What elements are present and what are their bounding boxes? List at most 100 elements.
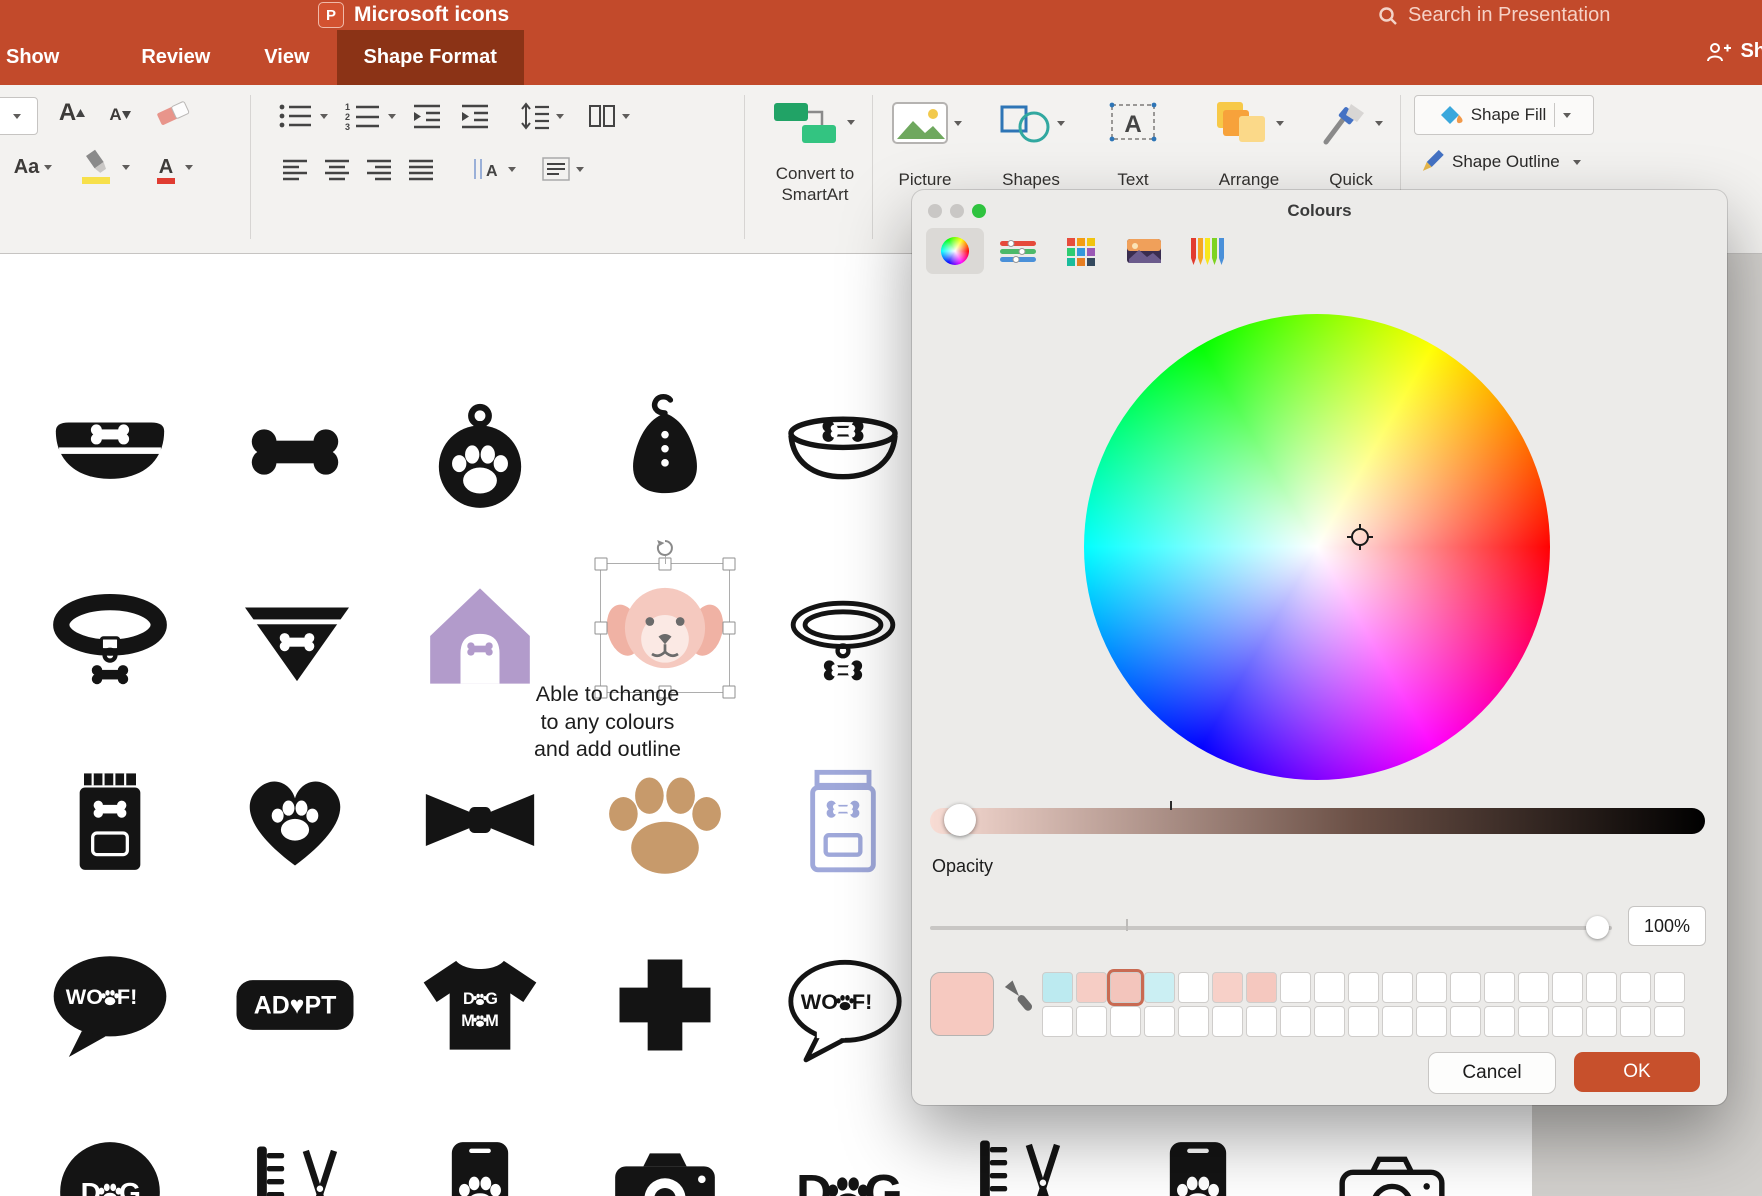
icon-phone-paw[interactable] [1133, 1127, 1263, 1196]
swatch[interactable] [1042, 972, 1073, 1003]
swatch[interactable] [1212, 1006, 1243, 1037]
increase-font-size-button[interactable]: A [50, 93, 94, 133]
swatch[interactable] [1246, 972, 1277, 1003]
swatch[interactable] [1382, 1006, 1413, 1037]
swatch[interactable] [1110, 1006, 1141, 1037]
swatch[interactable] [1348, 972, 1379, 1003]
picker-wheel-tab[interactable] [926, 228, 984, 274]
swatch[interactable] [1314, 1006, 1345, 1037]
icon-phone-paw[interactable] [415, 1127, 545, 1196]
swatch[interactable] [1178, 1006, 1209, 1037]
swatch[interactable] [1450, 972, 1481, 1003]
swatch[interactable] [1280, 1006, 1311, 1037]
icon-food-bag-outline[interactable] [778, 755, 908, 885]
swatch[interactable] [1416, 1006, 1447, 1037]
selection-handle[interactable] [722, 621, 736, 635]
clear-formatting-button[interactable] [148, 93, 202, 133]
brightness-slider[interactable] [930, 808, 1705, 834]
opacity-slider[interactable] [930, 926, 1612, 930]
shapes-button[interactable] [992, 93, 1068, 153]
tab-review[interactable]: Review [114, 30, 237, 85]
icon-comb-scissors[interactable] [953, 1121, 1083, 1196]
shape-fill-button[interactable]: Shape Fill [1414, 95, 1594, 135]
picker-sliders-tab[interactable] [989, 228, 1047, 274]
swatch[interactable] [1212, 972, 1243, 1003]
align-center-button[interactable] [318, 149, 356, 189]
cancel-button[interactable]: Cancel [1428, 1052, 1556, 1094]
swatch[interactable] [1144, 1006, 1175, 1037]
swatch[interactable] [1552, 972, 1583, 1003]
swatch[interactable] [1518, 972, 1549, 1003]
justify-button[interactable] [402, 149, 440, 189]
decrease-font-size-button[interactable]: A [100, 97, 140, 133]
rotate-handle[interactable] [655, 538, 675, 563]
convert-to-smartart-button[interactable] [758, 91, 866, 153]
quick-styles-button[interactable] [1312, 93, 1388, 153]
align-text-button[interactable] [532, 149, 592, 189]
icon-collar-outline[interactable] [778, 575, 908, 705]
columns-button[interactable] [578, 95, 638, 137]
icon-dog-text[interactable]: DG [783, 1127, 913, 1196]
color-wheel-crosshair[interactable] [1347, 524, 1373, 550]
icon-bandana[interactable] [232, 575, 362, 705]
icon-adopt[interactable]: AD♥PT [230, 940, 360, 1070]
font-color-button[interactable]: A [144, 147, 208, 187]
swatch[interactable] [1484, 1006, 1515, 1037]
icon-bowl-outline[interactable] [778, 390, 908, 520]
swatch[interactable] [1586, 972, 1617, 1003]
icon-speech-woof[interactable]: WO F! [45, 940, 175, 1070]
swatch[interactable] [1586, 1006, 1617, 1037]
swatch[interactable] [1484, 972, 1515, 1003]
icon-clothes[interactable] [600, 387, 730, 517]
swatch[interactable] [1552, 1006, 1583, 1037]
selection-handle[interactable] [594, 621, 608, 635]
icon-speech-woof-outline[interactable]: WO F! [780, 945, 910, 1075]
icon-bone[interactable] [230, 387, 360, 517]
color-wheel[interactable] [1084, 314, 1550, 780]
icon-dog-face[interactable] [594, 540, 736, 699]
eyedropper-button[interactable] [1004, 978, 1034, 1023]
swatch[interactable] [1654, 972, 1685, 1003]
icon-food-bag[interactable] [45, 755, 175, 885]
shape-outline-button[interactable]: Shape Outline [1414, 143, 1628, 181]
align-left-button[interactable] [276, 149, 314, 189]
swatch[interactable] [1110, 972, 1141, 1003]
text-box-button[interactable]: A [1098, 93, 1168, 153]
swatch[interactable] [1382, 972, 1413, 1003]
swatch[interactable] [1280, 972, 1311, 1003]
icon-bow-tie[interactable] [415, 755, 545, 885]
line-spacing-button[interactable] [508, 95, 570, 137]
tab-show[interactable]: Show [0, 30, 86, 85]
swatch[interactable] [1246, 1006, 1277, 1037]
picker-palette-tab[interactable] [1052, 228, 1110, 274]
swatch[interactable] [1620, 972, 1651, 1003]
tab-shape-format[interactable]: Shape Format [336, 30, 524, 85]
share-button[interactable]: Sh [1706, 40, 1762, 63]
search-field[interactable]: Search in Presentation [1378, 4, 1610, 27]
current-color-well[interactable] [930, 972, 994, 1036]
opacity-knob[interactable] [1586, 916, 1609, 939]
swatch[interactable] [1348, 1006, 1379, 1037]
picture-button[interactable] [888, 93, 964, 153]
picker-image-tab[interactable] [1115, 228, 1173, 274]
icon-cross[interactable] [600, 940, 730, 1070]
arrange-button[interactable] [1204, 93, 1290, 153]
icon-camera-outline[interactable] [1327, 1129, 1457, 1196]
caption-text-box[interactable]: Able to change to any colours and add ou… [500, 681, 715, 764]
swatch[interactable] [1450, 1006, 1481, 1037]
swatch[interactable] [1416, 972, 1447, 1003]
icon-shirt[interactable]: DGMM [415, 937, 545, 1067]
selection-handle[interactable] [722, 557, 736, 571]
icon-comb-scissors[interactable] [230, 1127, 360, 1196]
swatch[interactable] [1654, 1006, 1685, 1037]
icon-tag[interactable] [415, 393, 545, 523]
change-case-button[interactable]: Aa [4, 147, 62, 187]
picker-pencils-tab[interactable] [1178, 228, 1236, 274]
swatch[interactable] [1620, 1006, 1651, 1037]
increase-indent-button[interactable] [454, 97, 496, 135]
swatch[interactable] [1042, 1006, 1073, 1037]
decrease-indent-button[interactable] [406, 97, 448, 135]
icon-camera[interactable] [600, 1123, 730, 1196]
icon-paw[interactable] [600, 755, 730, 885]
swatch[interactable] [1144, 972, 1175, 1003]
